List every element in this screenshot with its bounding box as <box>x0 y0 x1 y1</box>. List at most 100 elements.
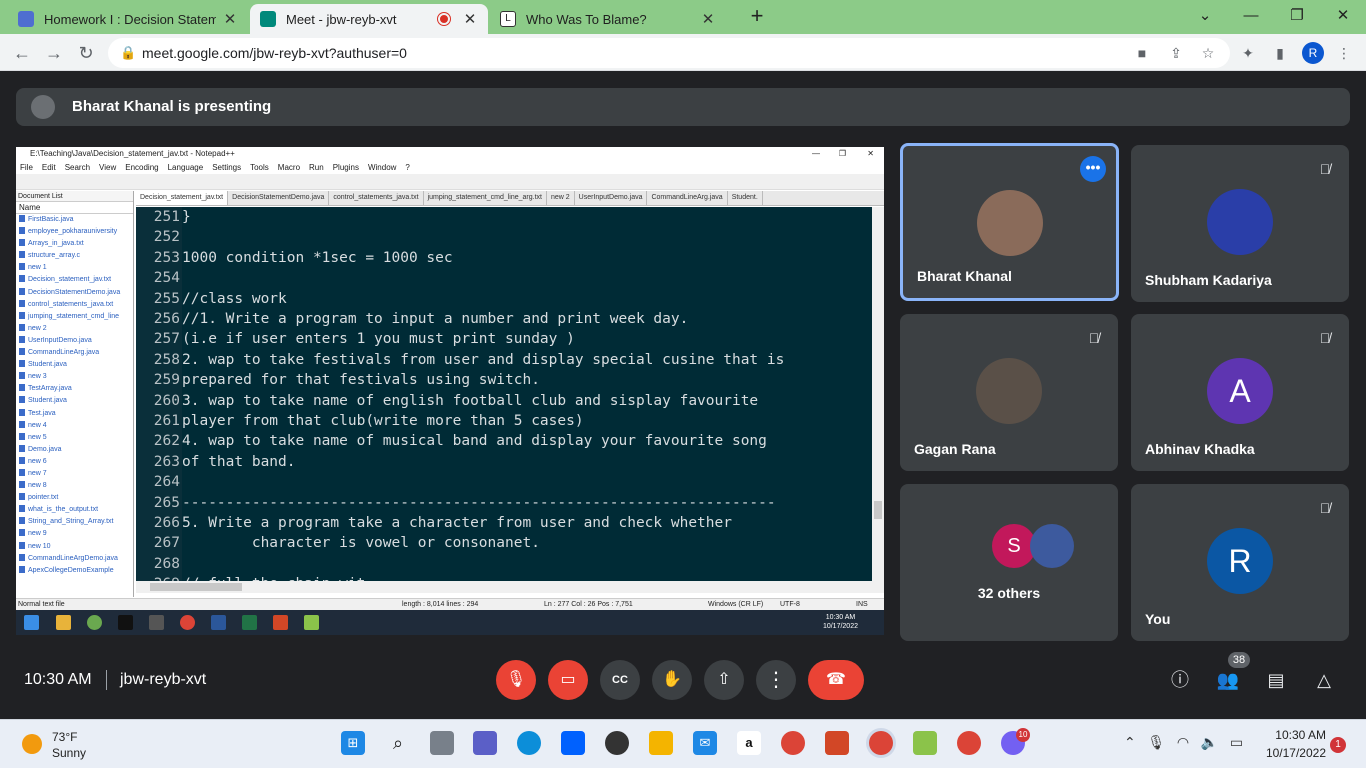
bookmark-star-icon[interactable]: ☆ <box>1198 43 1218 63</box>
extensions-icon[interactable]: ✦ <box>1238 43 1258 63</box>
leave-call-button[interactable]: ☎ <box>808 660 864 700</box>
notepad-tab: new 2 <box>547 191 575 205</box>
restore-button[interactable]: ❐ <box>1274 2 1320 30</box>
app-icon[interactable] <box>605 731 629 755</box>
document-list-item: Student.java <box>16 359 133 371</box>
mic-muted-icon: 🎙̸ <box>1319 500 1331 516</box>
tab-search-button[interactable]: ⌄ <box>1182 2 1228 30</box>
chrome-icon[interactable] <box>957 731 981 755</box>
document-list-item: what_is_the_output.txt <box>16 504 133 516</box>
start-icon[interactable]: ⊞ <box>341 731 365 755</box>
document-list-item: employee_pokharauniversity <box>16 226 133 238</box>
address-bar[interactable]: 🔒 meet.google.com/jbw-reyb-xvt?authuser=… <box>108 38 1230 68</box>
notepadpp-icon[interactable] <box>913 731 937 755</box>
raise-hand-button[interactable]: ✋ <box>652 660 692 700</box>
notepad-menu-item: Tools <box>250 163 269 172</box>
others-tile[interactable]: S 32 others <box>900 484 1118 641</box>
close-tab-icon[interactable]: ✕ <box>700 10 716 28</box>
document-list-item: String_and_String_Array.txt <box>16 516 133 528</box>
profile-avatar[interactable]: R <box>1302 42 1324 64</box>
chrome-profile-icon[interactable] <box>869 731 893 755</box>
close-tab-icon[interactable]: ✕ <box>462 10 478 28</box>
tab-title: Homework I : Decision Statement <box>44 11 216 27</box>
notepad-menu-item: Settings <box>212 163 242 172</box>
browser-tab-strip: Homework I : Decision Statement ✕ Meet -… <box>0 0 1366 34</box>
notification-badge[interactable]: 1 <box>1330 737 1346 753</box>
np-restore-icon: ❐ <box>838 149 846 158</box>
browser-tab-blame[interactable]: L Who Was To Blame? ✕ <box>490 4 726 34</box>
participant-name: You <box>1145 611 1171 627</box>
people-icon[interactable]: 👥 <box>1216 668 1240 692</box>
more-options-icon[interactable]: ••• <box>1080 156 1106 182</box>
activities-icon[interactable]: △ <box>1312 668 1336 692</box>
notepad-tab: UserInputDemo.java <box>575 191 648 205</box>
self-tile[interactable]: R 🎙̸ You <box>1131 484 1349 641</box>
captions-button[interactable]: CC <box>600 660 640 700</box>
present-button[interactable]: ⇧ <box>704 660 744 700</box>
close-tab-icon[interactable]: ✕ <box>222 10 238 28</box>
mic-muted-icon: 🎙̸ <box>1319 161 1331 177</box>
participant-tile[interactable]: 🎙̸ Gagan Rana <box>900 314 1118 471</box>
camera-in-use-icon[interactable]: ■ <box>1132 43 1152 63</box>
document-list-item: ApexCollegeDemoExample <box>16 565 133 577</box>
people-count-badge: 38 <box>1228 652 1250 668</box>
participant-name: Bharat Khanal <box>917 268 1012 284</box>
participant-avatar <box>1207 189 1273 255</box>
line-text: ----------------------------------------… <box>182 494 776 511</box>
notepad-menu-item: Encoding <box>125 163 159 172</box>
browser-tab-homework[interactable]: Homework I : Decision Statement ✕ <box>8 4 248 34</box>
task-view-icon[interactable] <box>430 731 454 755</box>
participant-tile[interactable]: A 🎙̸ Abhinav Khadka <box>1131 314 1349 471</box>
chrome-icon[interactable] <box>781 731 805 755</box>
taskbar-time[interactable]: 10:30 AM <box>1260 728 1326 742</box>
participant-tile[interactable]: ••• Bharat Khanal <box>900 143 1119 301</box>
notepad-tab: Decision_statement_jav.txt <box>136 191 229 205</box>
edge-icon[interactable] <box>517 731 541 755</box>
chat-icon[interactable]: ▤ <box>1264 668 1288 692</box>
system-tray[interactable]: ⌃ 🎙 ◠ 🔈 ▭ <box>1124 734 1243 751</box>
weather-temperature[interactable]: 73°F <box>52 730 77 744</box>
minimize-button[interactable]: — <box>1228 2 1274 30</box>
camera-off-button[interactable]: ▭ <box>548 660 588 700</box>
back-button[interactable]: ← <box>10 41 34 65</box>
taskbar-date[interactable]: 10/17/2022 <box>1260 746 1326 760</box>
participant-tile[interactable]: 🎙̸ Shubham Kadariya <box>1131 145 1349 302</box>
document-list-item: new 10 <box>16 541 133 553</box>
code-line: 263 of that band. <box>136 454 296 474</box>
browser-tab-meet[interactable]: Meet - jbw-reyb-xvt ✕ <box>250 4 488 34</box>
close-window-button[interactable]: ✕ <box>1320 2 1366 30</box>
search-icon[interactable]: ⌕ <box>386 731 410 755</box>
document-list-item: new 3 <box>16 371 133 383</box>
acrobat-icon[interactable] <box>825 731 849 755</box>
document-list-item: new 4 <box>16 420 133 432</box>
line-number: 261 <box>153 413 180 429</box>
mail-icon[interactable]: ✉ <box>693 731 717 755</box>
line-number: 267 <box>153 535 180 552</box>
forward-button[interactable]: → <box>42 41 66 65</box>
new-tab-button[interactable]: + <box>734 2 780 30</box>
document-list-item: TestArray.java <box>16 383 133 395</box>
editor-vertical-scrollbar <box>872 207 884 581</box>
notepad-tab: control_statements_java.txt <box>329 191 424 205</box>
mic-off-button[interactable]: 🎙 <box>496 660 536 700</box>
meeting-info-icon[interactable]: ⓘ <box>1168 668 1192 692</box>
chrome-icon <box>180 615 195 630</box>
share-icon[interactable]: ⇪ <box>1166 43 1186 63</box>
chrome-menu-icon[interactable]: ⋮ <box>1334 43 1354 63</box>
weather-condition[interactable]: Sunny <box>52 746 86 760</box>
presenting-banner: Bharat Khanal is presenting <box>16 88 1350 126</box>
line-number: 260 <box>153 392 180 409</box>
sun-icon[interactable] <box>22 734 42 754</box>
amazon-icon[interactable]: a <box>737 731 761 755</box>
teams-chat-icon[interactable] <box>473 731 497 755</box>
line-text: prepared for that festivals using switch… <box>182 372 540 389</box>
file-explorer-icon[interactable] <box>649 731 673 755</box>
reload-button[interactable]: ↻ <box>74 41 98 65</box>
side-panel-icon[interactable]: ▮ <box>1270 43 1290 63</box>
word-icon <box>211 615 226 630</box>
notepad-toolbar <box>16 174 884 190</box>
dropbox-icon[interactable] <box>561 731 585 755</box>
book-favicon-icon: L <box>500 11 516 27</box>
more-options-button[interactable]: ⋮ <box>756 660 796 700</box>
line-number: 252 <box>153 229 180 246</box>
